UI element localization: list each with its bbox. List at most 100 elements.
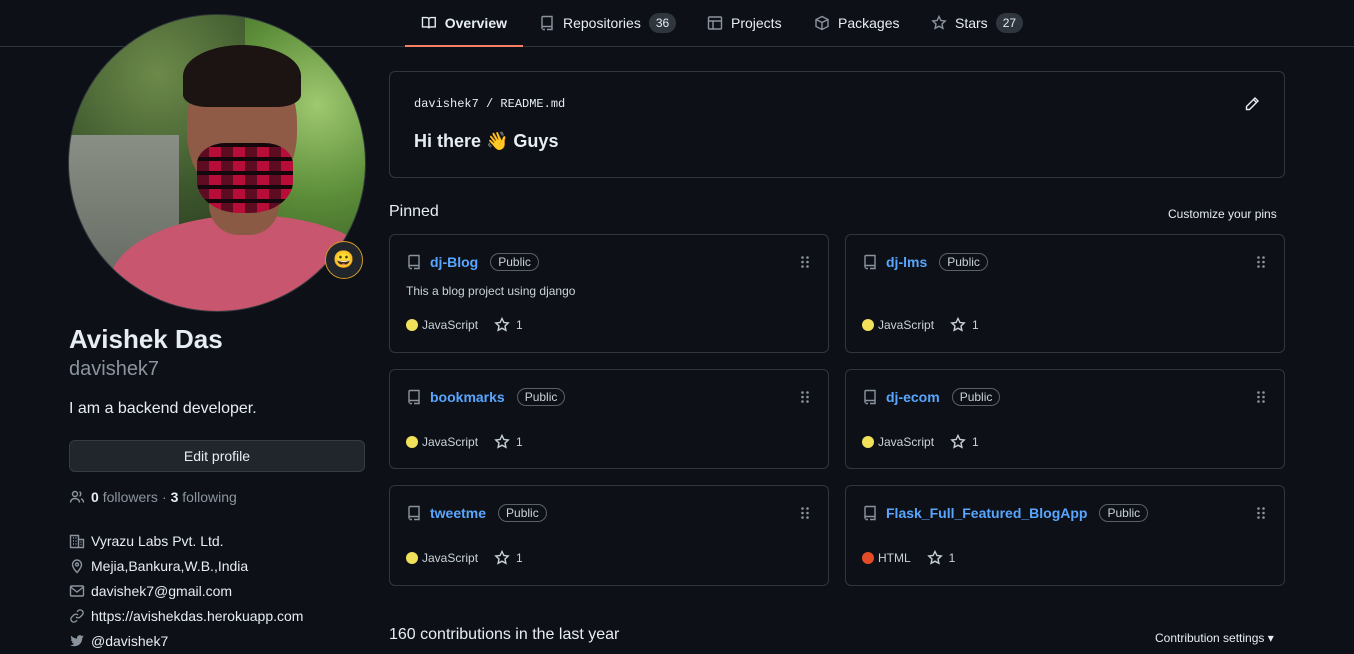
star-icon[interactable] <box>950 317 966 333</box>
status-emoji-button[interactable]: 😀 <box>325 241 363 279</box>
profile-username: davishek7 <box>69 358 160 380</box>
repo-name-link[interactable]: tweetme <box>430 505 486 521</box>
pinned-repo-card: dj-ecom Public JavaScript 1 <box>845 369 1285 469</box>
avatar[interactable] <box>68 14 366 312</box>
repo-name-link[interactable]: dj-ecom <box>886 389 940 405</box>
contribution-settings-dropdown[interactable]: Contribution settings ▾ <box>1155 631 1274 645</box>
location-icon <box>71 558 83 573</box>
drag-handle-icon[interactable] <box>800 390 810 404</box>
star-icon[interactable] <box>494 317 510 333</box>
pinned-repo-card: Flask_Full_Featured_BlogApp Public HTML 1 <box>845 485 1285 586</box>
book-icon <box>421 16 436 29</box>
visibility-badge: Public <box>939 253 988 271</box>
repo-name-link[interactable]: Flask_Full_Featured_BlogApp <box>886 505 1087 521</box>
star-count[interactable]: 1 <box>949 551 956 565</box>
twitter-icon <box>70 634 84 646</box>
repo-meta: JavaScript 1 <box>406 317 523 333</box>
organization-icon <box>69 534 85 548</box>
readme-path[interactable]: davishek7 / README.md <box>414 97 565 111</box>
star-count[interactable]: 1 <box>516 435 523 449</box>
repo-name-link[interactable]: dj-Blog <box>430 254 478 270</box>
tab-label: Repositories <box>563 15 641 31</box>
readme-heading: Hi there 👋 Guys <box>414 131 559 151</box>
repo-description: This a blog project using django <box>406 284 576 298</box>
star-count[interactable]: 1 <box>516 318 523 332</box>
link-icon <box>70 608 84 623</box>
drag-handle-icon[interactable] <box>1256 506 1266 520</box>
visibility-badge: Public <box>951 388 1001 406</box>
follow-stats: 0 followers · 3 following <box>69 489 237 505</box>
tab-overview[interactable]: Overview <box>405 0 523 47</box>
detail-twitter[interactable]: @davishek7 <box>69 628 303 653</box>
repo-language: JavaScript <box>422 435 479 449</box>
repo-language: JavaScript <box>422 318 479 332</box>
detail-organization: Vyrazu Labs Pvt. Ltd. <box>69 528 303 553</box>
contributions-summary: 160 contributions in the last year <box>389 626 620 643</box>
repo-name-link[interactable]: dj-lms <box>886 254 927 270</box>
tab-label: Overview <box>444 15 507 31</box>
repo-meta: HTML 1 <box>862 550 955 566</box>
pinned-repo-card: dj-lms Public JavaScript 1 <box>845 234 1285 353</box>
language-color-dot <box>862 319 874 331</box>
tab-projects[interactable]: Projects <box>691 0 798 46</box>
repo-meta: JavaScript 1 <box>406 550 523 566</box>
follow-separator: · <box>161 489 167 505</box>
following-link[interactable]: 3 following <box>171 489 237 505</box>
visibility-badge: Public <box>498 504 547 522</box>
repo-meta: JavaScript 1 <box>862 317 979 333</box>
readme-card: davishek7 / README.md Hi there 👋 Guys <box>389 71 1285 178</box>
visibility-badge: Public <box>516 388 566 406</box>
repo-icon <box>864 505 876 521</box>
drag-handle-icon[interactable] <box>800 506 810 520</box>
language-color-dot <box>406 319 418 331</box>
tab-label: Packages <box>838 15 900 31</box>
repo-language: HTML <box>878 551 911 565</box>
tab-packages[interactable]: Packages <box>798 0 915 46</box>
tab-repositories[interactable]: Repositories 36 <box>523 0 692 46</box>
star-icon[interactable] <box>494 550 510 566</box>
star-icon <box>931 15 947 30</box>
tab-label: Projects <box>731 15 782 31</box>
tab-label: Stars <box>955 15 988 31</box>
detail-website[interactable]: https://avishekdas.herokuapp.com <box>69 603 303 628</box>
repo-icon <box>408 505 420 521</box>
people-icon <box>69 490 85 503</box>
star-count[interactable]: 1 <box>516 551 523 565</box>
tab-stars[interactable]: Stars 27 <box>915 0 1039 46</box>
repo-meta: JavaScript 1 <box>406 434 523 450</box>
table-icon <box>707 16 723 30</box>
repo-meta: JavaScript 1 <box>862 434 979 450</box>
star-icon[interactable] <box>950 434 966 450</box>
pinned-heading: Pinned <box>389 203 439 220</box>
package-icon <box>815 15 829 31</box>
repo-icon <box>864 254 876 270</box>
repo-language: JavaScript <box>422 551 479 565</box>
profile-details: Vyrazu Labs Pvt. Ltd. Mejia,Bankura,W.B.… <box>69 528 303 653</box>
detail-location: Mejia,Bankura,W.B.,India <box>69 553 303 578</box>
visibility-badge: Public <box>490 253 539 271</box>
repo-icon <box>408 254 420 270</box>
star-icon[interactable] <box>926 550 943 566</box>
repo-name-link[interactable]: bookmarks <box>430 389 505 405</box>
repo-icon <box>408 389 420 405</box>
visibility-badge: Public <box>1099 504 1149 522</box>
drag-handle-icon[interactable] <box>1256 390 1266 404</box>
edit-profile-button[interactable]: Edit profile <box>69 440 365 472</box>
drag-handle-icon[interactable] <box>800 255 810 269</box>
followers-link[interactable]: 0 followers <box>91 489 158 505</box>
language-color-dot <box>406 552 418 564</box>
repo-icon <box>541 15 553 31</box>
star-count[interactable]: 1 <box>972 318 979 332</box>
repo-language: JavaScript <box>878 435 935 449</box>
language-color-dot <box>862 436 874 448</box>
star-icon[interactable] <box>494 434 510 450</box>
pinned-repo-card: bookmarks Public JavaScript 1 <box>389 369 829 469</box>
drag-handle-icon[interactable] <box>1256 255 1266 269</box>
profile-bio: I am a backend developer. <box>69 400 257 417</box>
star-count[interactable]: 1 <box>972 435 979 449</box>
detail-email[interactable]: davishek7@gmail.com <box>69 578 303 603</box>
profile-full-name: Avishek Das <box>69 324 223 354</box>
customize-pins-link[interactable]: Customize your pins <box>1168 207 1277 221</box>
repo-icon <box>864 389 876 405</box>
pencil-icon[interactable] <box>1244 96 1260 112</box>
